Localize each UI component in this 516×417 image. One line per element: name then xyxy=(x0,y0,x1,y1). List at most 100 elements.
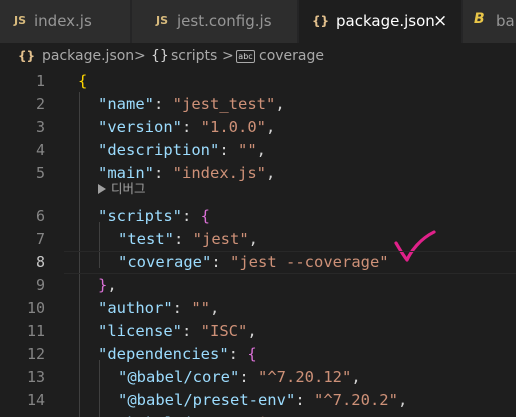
bracket: { xyxy=(247,345,257,363)
punctuation: : xyxy=(182,118,201,136)
json-key: "description" xyxy=(98,141,220,159)
punctuation: : xyxy=(154,95,173,113)
json-key: "test" xyxy=(118,230,174,248)
tab-index-js[interactable]: JS index.js xyxy=(0,0,131,43)
breadcrumb-item-coverage[interactable]: coverage xyxy=(259,43,324,69)
json-string: "jest_test" xyxy=(172,95,276,113)
code-text: "name": "jest_test", xyxy=(98,93,285,116)
chevron-right-icon: > xyxy=(222,48,234,64)
code-text: "dependencies": { xyxy=(98,343,257,366)
punctuation: , xyxy=(351,368,361,386)
code-text: "scripts": { xyxy=(98,205,210,228)
babel-file-icon: B xyxy=(474,11,485,27)
breadcrumb-item-scripts[interactable]: scripts xyxy=(171,43,217,69)
punctuation: , xyxy=(275,95,285,113)
breadcrumb-item-file[interactable]: package.json xyxy=(42,43,134,69)
tab-package-json[interactable]: {} package.json × xyxy=(299,0,462,43)
line-number: 7 xyxy=(35,230,45,248)
code-line[interactable]: 3 "version": "1.0.0", xyxy=(0,116,516,139)
code-line[interactable]: 10 "author": "", xyxy=(0,297,516,320)
json-key: "@babel/core" xyxy=(118,368,240,386)
punctuation: : xyxy=(174,230,193,248)
play-icon xyxy=(98,184,106,194)
json-string: "jest" xyxy=(192,230,249,248)
json-key: "author" xyxy=(98,299,173,317)
json-string: "index.js" xyxy=(172,164,266,182)
line-number: 1 xyxy=(35,72,45,90)
tab-babel-config[interactable]: B bab xyxy=(463,0,516,43)
javascript-file-icon: JS xyxy=(14,14,27,27)
code-line[interactable]: 4 "description": "", xyxy=(0,139,516,162)
json-key: "coverage" xyxy=(118,253,212,271)
code-text: "coverage": "jest --coverage" xyxy=(118,251,389,274)
line-number: 2 xyxy=(35,95,45,113)
tab-label: bab xyxy=(496,12,516,30)
line-number: 13 xyxy=(26,368,45,386)
punctuation: , xyxy=(247,322,257,340)
line-number: 12 xyxy=(26,345,45,363)
code-line[interactable]: 15 "babel-jest": "^29.3.1" xyxy=(0,412,516,417)
json-file-icon: {} xyxy=(18,49,36,63)
code-text: "test": "jest", xyxy=(118,228,258,251)
punctuation: , xyxy=(266,118,276,136)
tab-jest-config-js[interactable]: JS jest.config.js xyxy=(132,0,298,43)
line-number: 14 xyxy=(26,391,45,409)
json-key: "@babel/preset-env" xyxy=(118,391,296,409)
json-key: "dependencies" xyxy=(98,345,229,363)
punctuation: : xyxy=(182,322,201,340)
code-text: "babel-jest": "^29.3.1" xyxy=(118,412,333,417)
code-text: "version": "1.0.0", xyxy=(98,116,275,139)
line-number: 5 xyxy=(35,164,45,182)
punctuation: , xyxy=(107,276,117,294)
code-line[interactable]: 9}, xyxy=(0,274,516,297)
tab-label: jest.config.js xyxy=(177,12,272,30)
json-key: "name" xyxy=(98,95,154,113)
code-line[interactable]: 6 "scripts": { xyxy=(0,205,516,228)
code-line[interactable]: 2 "name": "jest_test", xyxy=(0,93,516,116)
code-text: "@babel/preset-env": "^7.20.2", xyxy=(118,389,407,412)
json-file-icon: {} xyxy=(312,14,330,28)
editor-tab-bar: JS index.js JS jest.config.js {} package… xyxy=(0,0,516,43)
punctuation: : xyxy=(182,207,201,225)
code-line[interactable]: 12 "dependencies": { xyxy=(0,343,516,366)
code-line[interactable]: 13 "@babel/core": "^7.20.12", xyxy=(0,366,516,389)
line-number: 10 xyxy=(26,299,45,317)
json-key: "scripts" xyxy=(98,207,182,225)
code-line[interactable]: 14 "@babel/preset-env": "^7.20.2", xyxy=(0,389,516,412)
code-line[interactable]: 11 "license": "ISC", xyxy=(0,320,516,343)
line-number: 4 xyxy=(35,141,45,159)
punctuation: : xyxy=(211,253,230,271)
json-string: "ISC" xyxy=(200,322,248,340)
punctuation: , xyxy=(248,230,259,248)
punctuation: : xyxy=(228,345,248,363)
bracket: { xyxy=(78,72,88,90)
line-number: 9 xyxy=(35,276,45,294)
code-line[interactable]: 5 "main": "index.js", xyxy=(0,162,516,185)
json-string: "" xyxy=(238,141,257,159)
code-text: "main": "index.js", xyxy=(98,162,275,185)
tab-label: index.js xyxy=(34,12,92,30)
punctuation: , xyxy=(397,391,408,409)
line-number: 3 xyxy=(35,118,45,136)
json-key: "main" xyxy=(98,164,154,182)
line-number: 11 xyxy=(26,322,45,340)
code-text: "@babel/core": "^7.20.12", xyxy=(118,366,361,389)
close-icon[interactable]: × xyxy=(433,11,447,31)
line-number: 8 xyxy=(35,253,45,271)
json-string: "^7.20.12" xyxy=(258,368,352,386)
code-line[interactable]: 7 "test": "jest", xyxy=(0,228,516,251)
line-number: 6 xyxy=(35,207,45,225)
punctuation: , xyxy=(210,299,220,317)
code-line[interactable]: 1{ xyxy=(0,70,516,93)
code-line[interactable]: 8 "coverage": "jest --coverage" xyxy=(0,251,516,274)
object-symbol-icon: {} xyxy=(151,48,169,64)
json-string: "" xyxy=(191,299,210,317)
code-editor[interactable]: 디버그 1{2 "name": "jest_test", 3 "version": "… xyxy=(0,69,516,417)
bracket: } xyxy=(98,276,108,294)
code-text: "description": "", xyxy=(98,139,266,162)
tab-label: package.json xyxy=(336,12,435,30)
punctuation: , xyxy=(266,164,276,182)
breadcrumb: {} package.json > {} scripts > abc cover… xyxy=(0,43,516,69)
punctuation: , xyxy=(256,141,267,159)
string-symbol-icon: abc xyxy=(236,50,255,63)
